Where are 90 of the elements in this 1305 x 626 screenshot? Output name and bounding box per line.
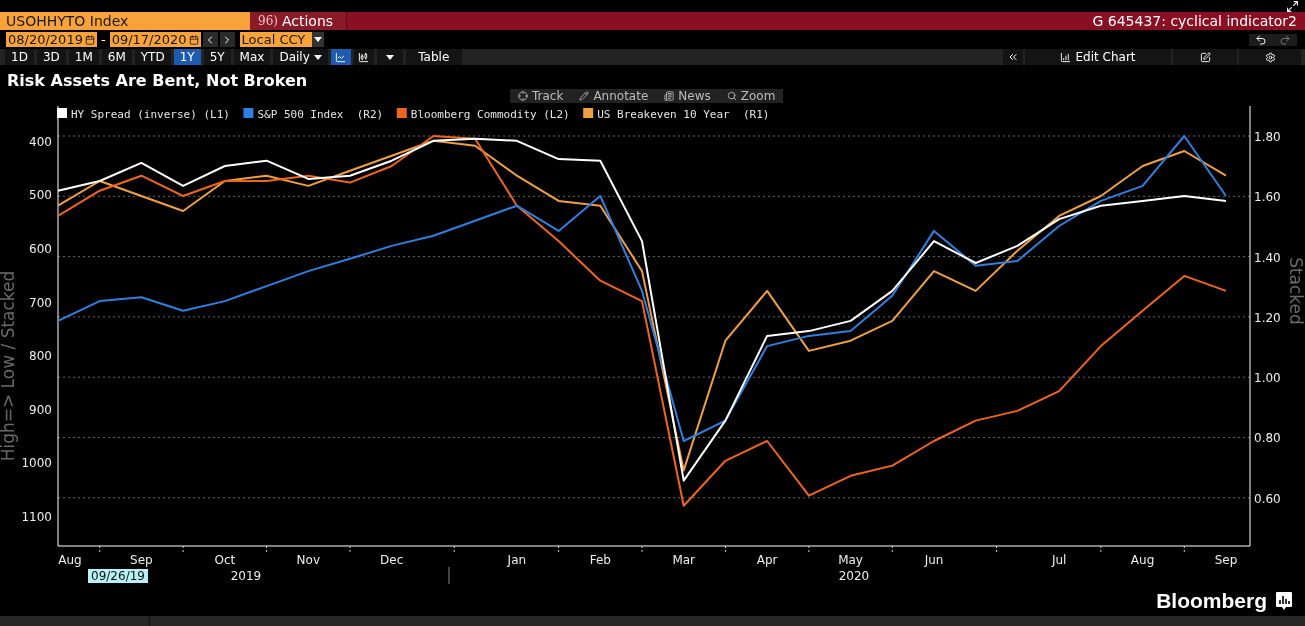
axis-label: Sep <box>130 553 153 567</box>
axis-label: Jun <box>924 553 944 567</box>
chart-type-button[interactable] <box>330 49 351 65</box>
chart-tool-button[interactable]: Track <box>510 89 572 103</box>
actions-label: Actions <box>281 11 334 31</box>
settings-icon <box>1264 51 1276 63</box>
cursor-date-label: 09/26/19 <box>88 569 148 583</box>
pencil-icon <box>579 91 590 101</box>
crosshair-icon <box>518 91 528 101</box>
previous-button[interactable] <box>202 32 218 47</box>
ticker-field[interactable]: USOHHYTO Index <box>0 12 250 30</box>
line-chart-icon <box>335 51 347 63</box>
axis-label: 700 <box>29 295 52 310</box>
axis-label: Nov <box>296 553 320 567</box>
axis-label: Jan <box>507 553 527 567</box>
brand-logo: Bloomberg <box>1156 588 1267 615</box>
axis-label: 800 <box>29 349 52 364</box>
axis-label: 1.20 <box>1254 310 1281 325</box>
axis-label: 600 <box>29 242 52 256</box>
axis-label: 900 <box>29 402 52 417</box>
axis-label: Apr <box>756 553 778 567</box>
axis-label: 0.60 <box>1254 491 1281 506</box>
legend-label: Bloomberg Commodity (L2) <box>410 107 570 121</box>
chart-name: G 645437: cyclical indicator2 <box>1092 11 1297 31</box>
actions-button[interactable]: 96) Actions <box>250 12 347 30</box>
menu-number: 96) <box>258 13 278 30</box>
newspaper-icon <box>664 91 675 101</box>
axis-label: 1.80 <box>1254 130 1281 144</box>
axis-label: 1100 <box>21 510 52 524</box>
table-button[interactable]: Table <box>405 49 462 65</box>
chart-tool-button[interactable]: Annotate <box>571 89 657 103</box>
settings-button[interactable] <box>1239 49 1301 65</box>
chart-type-dropdown[interactable] <box>376 49 403 65</box>
frequency-dropdown[interactable]: Daily <box>273 49 328 65</box>
calendar-icon <box>188 34 199 45</box>
axis-label: 1000 <box>21 456 52 471</box>
chart-type-button[interactable] <box>353 49 374 65</box>
axis-label: May <box>838 553 863 567</box>
axis-label: 400 <box>29 134 52 149</box>
edit-button[interactable] <box>1173 49 1237 65</box>
axis-label: 500 <box>29 188 52 203</box>
axis-label: Mar <box>672 553 696 567</box>
axis-label: Aug <box>1130 553 1155 567</box>
year-label: 2020 <box>838 569 870 583</box>
period-button[interactable]: 1D <box>5 49 34 65</box>
axis-label: Aug <box>58 553 82 567</box>
candlestick-icon <box>358 51 370 63</box>
period-button[interactable]: 3D <box>36 49 66 65</box>
chart-title: Risk Assets Are Bent, Not Broken <box>7 70 308 92</box>
axis-label: 1.00 <box>1254 371 1281 386</box>
period-button[interactable]: 1M <box>68 49 99 65</box>
caret-icon <box>313 37 322 42</box>
search-icon <box>726 91 737 101</box>
caret-icon <box>385 54 394 60</box>
y-axis-title: High=> Low / Stacked <box>0 270 18 462</box>
period-button[interactable]: 1Y <box>173 49 201 65</box>
legend-label: HY Spread (inverse) (L1) <box>71 107 230 121</box>
axis-label: 0.80 <box>1254 431 1281 446</box>
end-date-field[interactable]: 09/17/2020 <box>109 32 201 47</box>
legend-label: S&P 500 Index (R2) <box>257 107 384 121</box>
double-chevron-icon <box>1007 51 1019 63</box>
chat-icon <box>1275 591 1293 611</box>
caret-icon <box>313 54 322 60</box>
resize-icon[interactable] <box>1286 0 1299 13</box>
chart-tool-button[interactable]: News <box>656 89 719 103</box>
edit-chart-button[interactable]: Edit Chart <box>1025 49 1171 65</box>
next-button[interactable] <box>219 32 235 47</box>
start-date-field[interactable]: 08/20/2019 <box>6 32 97 47</box>
axis-label: 1.40 <box>1254 250 1281 265</box>
date-separator: - <box>99 32 107 47</box>
period-button[interactable]: 6M <box>101 49 132 65</box>
period-button[interactable]: YTD <box>134 49 171 65</box>
axis-label: Oct <box>214 553 236 567</box>
axis-label: 1.60 <box>1254 190 1281 205</box>
undo-icon <box>1255 33 1267 46</box>
axis-label: Sep <box>1214 553 1238 567</box>
period-button[interactable]: 5Y <box>203 49 231 65</box>
chart-icon <box>1060 51 1072 63</box>
axis-label: Jul <box>1051 553 1067 567</box>
calendar-icon <box>84 34 95 45</box>
collapse-button[interactable] <box>1003 49 1023 65</box>
axis-label: Feb <box>589 553 611 567</box>
axis-label: Dec <box>380 553 404 567</box>
edit-icon <box>1199 51 1211 63</box>
chart-tool-button[interactable]: Zoom <box>718 89 784 103</box>
legend-label: US Breakeven 10 Year (R1) <box>597 107 770 121</box>
y-axis-title: Stacked <box>1286 257 1305 325</box>
year-label: 2019 <box>230 569 262 583</box>
redo-icon <box>1279 33 1291 46</box>
period-button[interactable]: Max <box>233 49 271 65</box>
